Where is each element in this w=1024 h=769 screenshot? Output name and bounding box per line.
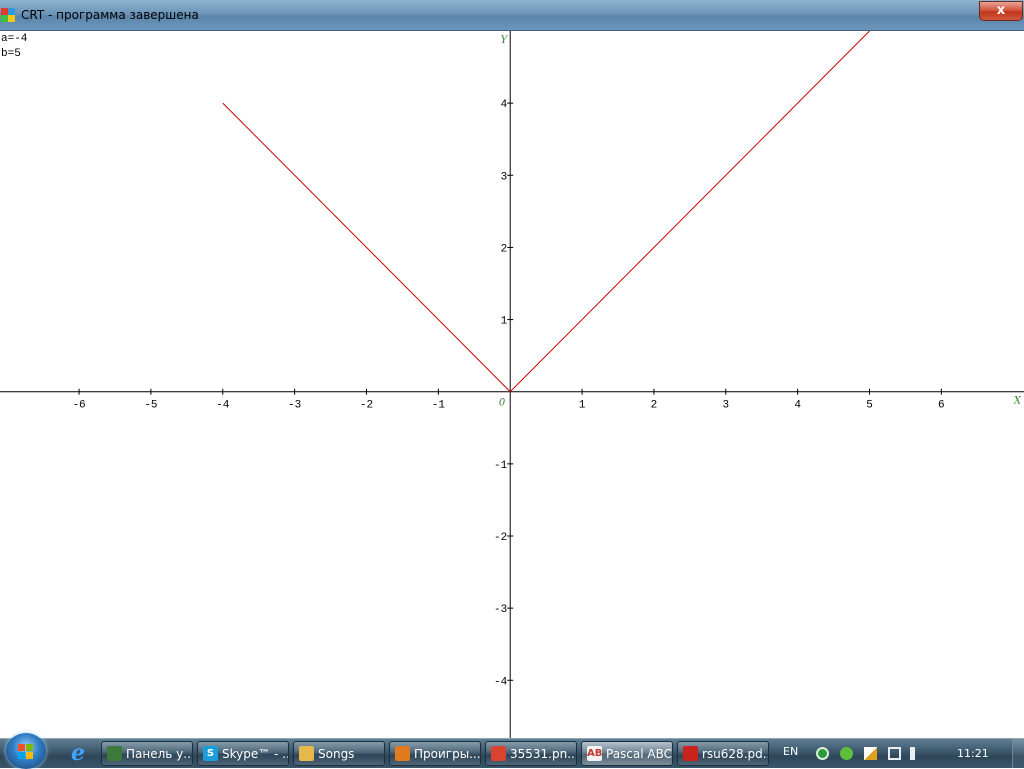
y-tick-label: -2 — [494, 532, 507, 544]
y-tick-label: -1 — [494, 460, 508, 472]
x-axis-label: X — [1013, 396, 1022, 407]
taskbar-button[interactable]: 35531.pn... — [485, 741, 577, 766]
pdf-icon — [683, 746, 698, 761]
taskbar-button[interactable]: Панель у... — [101, 741, 193, 766]
x-tick-label: -5 — [144, 400, 157, 412]
output-line: a=-4 — [1, 33, 28, 45]
x-tick-label: -2 — [360, 400, 373, 412]
window-title: CRT - программа завершена — [21, 8, 199, 22]
function-plot: -6 -5 -4 -3 -2 -1 1 2 3 4 5 6 -4 -3 -2 -1 1 2 3 4 0 X Y — [0, 31, 1024, 738]
x-tick-label: -4 — [216, 400, 230, 412]
tray-app-icon[interactable] — [816, 747, 829, 760]
folder-icon — [299, 746, 314, 761]
taskbar-button-label: Songs — [318, 747, 355, 761]
skype-icon: S — [203, 746, 218, 761]
taskbar-button-label: 35531.pn... — [510, 747, 577, 761]
internet-explorer-icon[interactable]: e — [66, 741, 90, 765]
x-tick-label: -3 — [288, 400, 301, 412]
close-button[interactable]: x — [979, 1, 1023, 21]
taskbar-button-label: Панель у... — [126, 747, 193, 761]
taskbar: e Панель у... S Skype™ - ... Songs Проигры..… — [0, 733, 1024, 769]
x-tick-label: 4 — [794, 400, 801, 412]
taskbar-button[interactable]: Songs — [293, 741, 385, 766]
y-tick-label: 2 — [501, 243, 508, 255]
control-panel-icon — [107, 746, 122, 761]
x-tick-label: 6 — [938, 400, 945, 412]
show-desktop-button[interactable] — [1012, 739, 1024, 768]
taskbar-button[interactable]: Проигры... — [389, 741, 481, 766]
x-tick-label: 1 — [579, 400, 586, 412]
x-tick-label: -1 — [432, 400, 446, 412]
app-icon — [1, 8, 15, 22]
x-tick-label: 5 — [866, 400, 873, 412]
x-tick-label: 3 — [722, 400, 729, 412]
windows-logo-icon — [18, 744, 25, 751]
window-titlebar[interactable]: CRT - программа завершена x — [0, 0, 1024, 31]
language-indicator[interactable]: EN — [783, 745, 798, 758]
taskbar-button[interactable]: rsu628.pd... — [677, 741, 769, 766]
origin-label: 0 — [499, 398, 506, 409]
x-tick-label: 2 — [651, 400, 658, 412]
y-tick-label: 3 — [501, 171, 508, 183]
y-tick-label: 1 — [501, 316, 508, 328]
action-center-flag-icon[interactable] — [864, 747, 877, 760]
y-axis-label: Y — [501, 35, 509, 46]
output-line: b=5 — [1, 48, 21, 60]
y-tick-label: 4 — [501, 99, 508, 111]
chrome-icon — [491, 746, 506, 761]
taskbar-button-label: Проигры... — [414, 747, 481, 761]
pascal-abc-icon: AB — [587, 746, 603, 761]
media-player-icon — [395, 746, 410, 761]
x-tick-label: -6 — [72, 400, 85, 412]
network-icon[interactable] — [888, 747, 901, 760]
function-graph-line — [222, 31, 870, 393]
taskbar-button-label: rsu628.pd... — [702, 747, 769, 761]
taskbar-button-label: Pascal ABC — [606, 747, 673, 761]
taskbar-button[interactable]: AB Pascal ABC — [581, 741, 673, 766]
tray-check-icon[interactable] — [840, 747, 853, 760]
clock[interactable]: 11:21 — [957, 747, 989, 760]
crt-output-area: -6 -5 -4 -3 -2 -1 1 2 3 4 5 6 -4 -3 -2 -1 1 2 3 4 0 X Y a=-4 b=… — [0, 31, 1024, 738]
y-tick-label: -3 — [494, 604, 507, 616]
taskbar-button-label: Skype™ - ... — [222, 747, 289, 761]
taskbar-button[interactable]: S Skype™ - ... — [197, 741, 289, 766]
y-tick-label: -4 — [494, 676, 508, 688]
start-button[interactable] — [6, 733, 46, 769]
volume-icon[interactable] — [910, 747, 923, 760]
